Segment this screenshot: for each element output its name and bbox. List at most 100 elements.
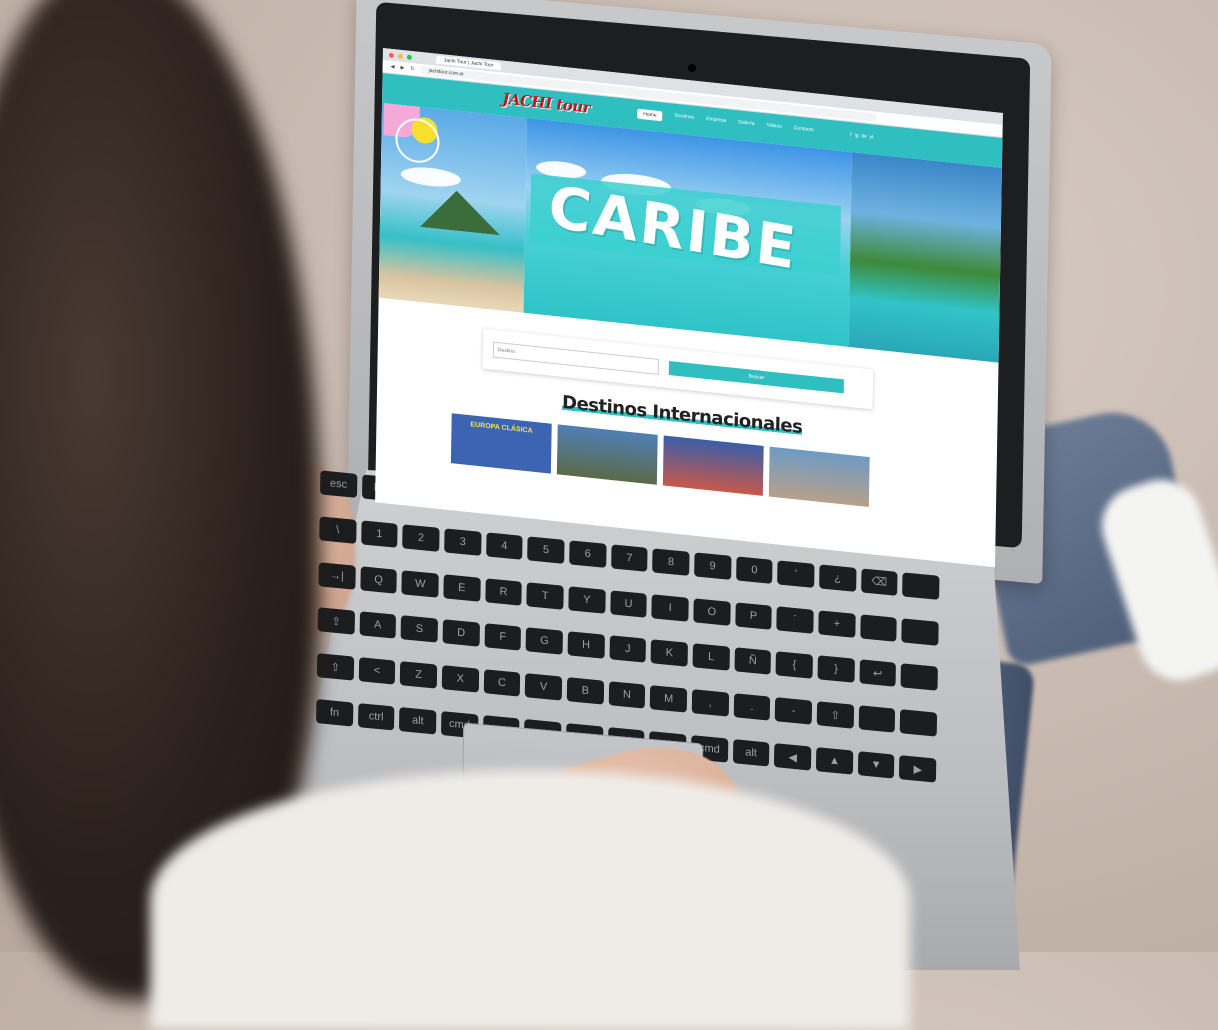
keyboard-key[interactable]: F (484, 623, 522, 652)
keyboard-key[interactable]: ' (777, 560, 815, 588)
keyboard-key[interactable]: ↩ (859, 659, 897, 688)
keyboard-key[interactable]: alt (732, 739, 770, 767)
keyboard-key[interactable]: ctrl (357, 703, 395, 731)
keyboard-key[interactable]: C (483, 669, 521, 697)
keyboard-key[interactable]: G (525, 627, 563, 656)
nav-item-contacto[interactable]: Contacto (794, 125, 814, 137)
minimize-window-icon[interactable] (397, 53, 403, 59)
destination-card[interactable]: EUROPA CLÁSICA (450, 413, 552, 474)
destinations-gallery: EUROPA CLÁSICA (450, 413, 870, 508)
youtube-icon[interactable]: yt (870, 134, 874, 140)
back-icon[interactable]: ◀ (391, 64, 395, 70)
keyboard-key[interactable]: X (441, 665, 479, 693)
keyboard-key[interactable]: ⇧ (816, 701, 854, 729)
keyboard-key[interactable]: →| (318, 561, 356, 590)
keyboard-key[interactable]: L (692, 643, 730, 672)
reload-icon[interactable]: ↻ (410, 66, 414, 72)
keyboard-key[interactable] (900, 663, 938, 692)
cloud (400, 164, 461, 190)
mountain (420, 187, 501, 235)
keyboard-key[interactable]: P (734, 601, 773, 630)
keyboard-key[interactable]: 3 (444, 528, 482, 556)
keyboard-key[interactable]: + (818, 609, 856, 638)
webcam-icon (688, 64, 696, 72)
destination-card[interactable] (768, 446, 870, 508)
keyboard-key[interactable]: < (358, 657, 396, 685)
destination-input[interactable]: Destino (492, 341, 660, 375)
twitter-icon[interactable]: tw (862, 133, 867, 140)
keyboard-key[interactable]: N (608, 681, 646, 709)
keyboard-key[interactable]: . (733, 693, 771, 721)
keyboard-key[interactable]: ▲ (815, 747, 853, 775)
facebook-icon[interactable]: f (850, 132, 851, 138)
keyboard-key[interactable]: E (443, 573, 481, 602)
keyboard-key[interactable]: 6 (569, 540, 607, 568)
keyboard-key[interactable]: ¿ (819, 564, 857, 592)
forward-icon[interactable]: ▶ (400, 65, 404, 71)
keyboard-key[interactable] (901, 618, 939, 646)
keyboard-key[interactable]: ⇧ (316, 653, 354, 681)
keyboard-key[interactable]: A (359, 611, 397, 640)
keyboard-key[interactable]: D (442, 619, 480, 648)
keyboard-key[interactable]: U (609, 589, 648, 618)
keyboard-key[interactable]: I (651, 593, 689, 622)
keyboard-key[interactable]: 1 (360, 520, 398, 548)
keyboard-key[interactable]: 2 (402, 524, 440, 552)
keyboard-key[interactable]: esc (319, 470, 358, 498)
destination-card[interactable] (556, 424, 658, 485)
keyboard-key[interactable]: O (693, 597, 731, 626)
keyboard-key[interactable]: R (485, 577, 523, 606)
keyboard-key[interactable]: } (817, 655, 855, 684)
keyboard-key[interactable]: ▼ (857, 751, 895, 779)
site-logo[interactable]: JACHI tour (502, 90, 590, 117)
nav-item-videos[interactable]: Videos (766, 122, 781, 134)
keyboard-key[interactable]: ´ (776, 605, 814, 634)
keyboard-key[interactable]: 4 (485, 532, 523, 560)
nav-item-destinos[interactable]: Destinos (675, 113, 695, 125)
keyboard-key[interactable]: 0 (735, 556, 773, 584)
keyboard-key[interactable]: S (400, 615, 438, 644)
keyboard-key[interactable] (902, 572, 940, 600)
keyboard-key[interactable]: H (567, 631, 605, 660)
destination-card[interactable] (662, 435, 764, 496)
keyboard-key[interactable]: Ñ (734, 647, 772, 676)
keyboard-key[interactable]: M (650, 685, 688, 713)
keyboard-key[interactable]: 9 (694, 552, 732, 580)
keyboard-key[interactable]: B (566, 677, 604, 705)
keyboard-key[interactable] (859, 613, 898, 642)
keyboard-key[interactable]: Q (360, 565, 398, 594)
maximize-window-icon[interactable] (406, 54, 412, 60)
keyboard-key[interactable]: ◀ (774, 743, 812, 771)
keyboard-key[interactable]: J (609, 635, 647, 664)
nav-item-empresa[interactable]: Empresa (706, 116, 726, 128)
keyboard-key[interactable]: - (775, 697, 813, 725)
laptop-screen: Jachi Tour | Jachi Tour ◀ ▶ ↻ jachitour.… (375, 48, 1003, 568)
search-button[interactable]: Buscar (668, 361, 844, 394)
keyboard-key[interactable]: K (650, 639, 688, 668)
keyboard-key[interactable]: alt (399, 707, 437, 735)
keyboard-key[interactable]: 8 (652, 548, 690, 576)
hero-panel-resort (848, 152, 1002, 363)
keyboard-key[interactable]: Y (568, 585, 606, 614)
instagram-icon[interactable]: ig (855, 133, 859, 139)
keyboard-key[interactable]: \ (319, 516, 357, 544)
keyboard-key[interactable]: W (401, 569, 439, 598)
keyboard-key[interactable]: 7 (610, 544, 648, 572)
keyboard-key[interactable] (858, 705, 896, 733)
keyboard-key[interactable]: , (691, 689, 729, 717)
keyboard-key[interactable]: ⌫ (860, 568, 898, 596)
keyboard-key[interactable]: { (775, 651, 813, 680)
keyboard-key[interactable]: T (526, 581, 564, 610)
nav-item-galeria[interactable]: Galería (738, 119, 755, 131)
keyboard-key[interactable]: Z (400, 661, 438, 689)
social-links: f ig tw yt (850, 132, 873, 140)
keyboard-key[interactable]: 5 (527, 536, 565, 564)
keyboard-key[interactable]: ⇪ (317, 607, 355, 636)
nav-item-home[interactable]: Home (637, 108, 663, 122)
close-window-icon[interactable] (388, 52, 394, 58)
keyboard-key[interactable]: fn (315, 699, 354, 727)
keyboard-key[interactable]: V (525, 673, 563, 701)
keyboard-key[interactable]: ▶ (899, 755, 937, 783)
keyboard-key[interactable] (900, 709, 938, 738)
hero-panel-island (378, 102, 528, 313)
